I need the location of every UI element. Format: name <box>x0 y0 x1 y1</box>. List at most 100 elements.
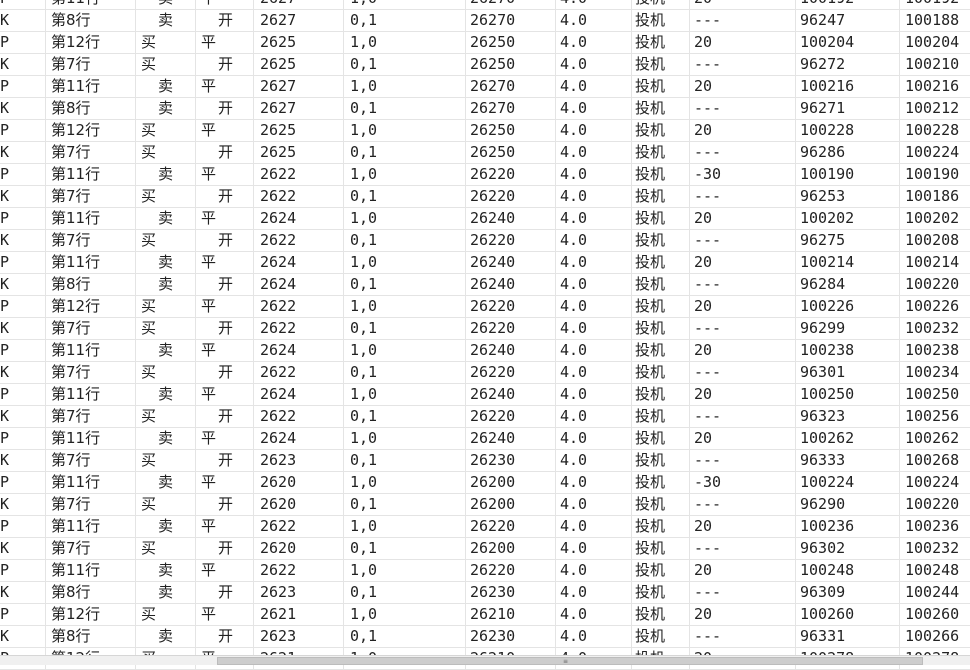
col-value-b: 100248 <box>905 561 960 579</box>
col-mode: 投机 <box>632 362 690 383</box>
col-quantity: 0,1 <box>344 54 466 75</box>
col-value-a: 96331 <box>796 626 900 647</box>
col-amount: 26250 <box>466 32 556 53</box>
scrollbar-thumb[interactable]: ≡ <box>217 657 923 665</box>
table-row[interactable]: P 第11行卖平 2620 1,0 26200 4.0 投机 -30 100224 100224 <box>0 472 970 494</box>
col-mode: 投机 <box>632 538 690 559</box>
col-open-close: 平 <box>196 296 254 317</box>
col-value-a: 96333 <box>796 450 900 471</box>
col-pnl: 20 <box>690 604 796 625</box>
table-row[interactable]: K 第7行买开 2622 0,1 26220 4.0 投机 --- 96301 100234 <box>0 362 970 384</box>
table-row[interactable]: P第11行卖平26271,0262704.0投机20100192100192 <box>0 0 970 10</box>
table-row[interactable]: P 第11行卖平 2624 1,0 26240 4.0 投机 20 100262 100262 <box>0 428 970 450</box>
col-open-close: 开 <box>196 450 254 471</box>
table-row[interactable]: P 第12行买平 2622 1,0 26220 4.0 投机 20 100226 100226 <box>0 296 970 318</box>
col-type: P <box>0 516 46 537</box>
col-quantity: 0,1 <box>344 538 466 559</box>
col-direction: 买 <box>136 538 196 559</box>
col-price: 2622 <box>254 362 344 383</box>
table-row[interactable]: P 第11行卖平 2624 1,0 26240 4.0 投机 20 100250 100250 <box>0 384 970 406</box>
col-amount: 26220 <box>466 296 556 317</box>
col-mode: 投机 <box>632 120 690 141</box>
col-value-a: 100216 <box>796 76 900 97</box>
col-pnl: 20 <box>690 32 796 53</box>
col-type: K <box>0 142 46 163</box>
col-fee: 4.0 <box>556 428 632 449</box>
col-open-close: 平 <box>196 384 254 405</box>
col-value-b: 100214 <box>905 253 960 271</box>
col-price: 2623 <box>254 450 344 471</box>
table-row[interactable]: K 第7行买开 2622 0,1 26220 4.0 投机 --- 96275 100208 <box>0 230 970 252</box>
col-quantity: 0,1 <box>344 494 466 515</box>
table-row[interactable]: K 第8行卖开 2623 0,1 26230 4.0 投机 --- 96331 100266 <box>0 626 970 648</box>
table-row[interactable]: P 第11行卖平 2624 1,0 26240 4.0 投机 20 100214 100214 <box>0 252 970 274</box>
col-amount: 26220 <box>466 560 556 581</box>
col-price: 2622 <box>254 318 344 339</box>
col-price: 2623 <box>254 582 344 603</box>
table-row[interactable]: K 第8行卖开 2627 0,1 26270 4.0 投机 --- 96247 100188 <box>0 10 970 32</box>
col-pnl: --- <box>690 10 796 31</box>
horizontal-scrollbar[interactable]: ≡ <box>0 655 970 665</box>
col-open-close: 开 <box>196 142 254 163</box>
col-mode: 投机 <box>632 76 690 97</box>
col-value-a: 96272 <box>796 54 900 75</box>
col-amount: 26240 <box>466 274 556 295</box>
col-direction: 买 <box>136 296 196 317</box>
col-fee: 4.0 <box>556 604 632 625</box>
col-type: P <box>0 120 46 141</box>
col-value-b: 100210 <box>905 55 960 73</box>
table-row[interactable]: P 第11行卖平 2627 1,0 26270 4.0 投机 20 100216 100216 <box>0 76 970 98</box>
table-row[interactable]: K 第7行买开 2625 0,1 26250 4.0 投机 --- 96286 100224 <box>0 142 970 164</box>
col-line: 第11行 <box>46 76 136 97</box>
col-value-b: 100224 <box>905 143 960 161</box>
table-row[interactable]: P 第11行卖平 2622 1,0 26220 4.0 投机 20 100236 100236 <box>0 516 970 538</box>
col-value-b: 100260 <box>905 605 960 623</box>
table-row[interactable]: K 第8行卖开 2627 0,1 26270 4.0 投机 --- 96271 100212 <box>0 98 970 120</box>
table-row[interactable]: P 第11行卖平 2624 1,0 26240 4.0 投机 20 100238 100238 <box>0 340 970 362</box>
table-row[interactable]: K 第7行买开 2620 0,1 26200 4.0 投机 --- 96302 100232 <box>0 538 970 560</box>
col-fee: 4.0 <box>556 98 632 119</box>
col-value-b: 100268 <box>905 451 960 469</box>
col-mode: 投机 <box>632 164 690 185</box>
col-amount: 26240 <box>466 252 556 273</box>
col-price: 2627 <box>254 98 344 119</box>
col-fee: 4.0 <box>556 164 632 185</box>
table-row[interactable]: P 第11行卖平 2624 1,0 26240 4.0 投机 20 100202 100202 <box>0 208 970 230</box>
table-row[interactable]: P 第12行买平 2625 1,0 26250 4.0 投机 20 100204 100204 <box>0 32 970 54</box>
col-open-close: 开 <box>196 406 254 427</box>
table-row[interactable]: P 第11行卖平 2622 1,0 26220 4.0 投机 20 100248 100248 <box>0 560 970 582</box>
col-mode: 投机 <box>632 472 690 493</box>
table-row[interactable]: K 第7行买开 2620 0,1 26200 4.0 投机 --- 96290 100220 <box>0 494 970 516</box>
col-price: 2625 <box>254 142 344 163</box>
col-price: 2624 <box>254 208 344 229</box>
table-row[interactable]: P 第11行卖平 2622 1,0 26220 4.0 投机 -30 100190 100190 <box>0 164 970 186</box>
table-row[interactable]: P 第12行买平 2621 1,0 26210 4.0 投机 20 100260 100260 <box>0 604 970 626</box>
col-value-b: 100244 <box>905 583 960 601</box>
col-direction: 卖 <box>136 626 196 647</box>
table-row[interactable]: P 第12行买平 2625 1,0 26250 4.0 投机 20 100228 100228 <box>0 120 970 142</box>
table-row[interactable]: K 第8行卖开 2624 0,1 26240 4.0 投机 --- 96284 100220 <box>0 274 970 296</box>
table-row[interactable]: K 第7行买开 2622 0,1 26220 4.0 投机 --- 96299 100232 <box>0 318 970 340</box>
col-quantity: 1,0 <box>344 164 466 185</box>
col-value-b: 100250 <box>905 385 960 403</box>
col-price: 2624 <box>254 428 344 449</box>
col-line: 第11行 <box>46 252 136 273</box>
col-mode: 投机 <box>632 32 690 53</box>
col-amount: 26230 <box>466 626 556 647</box>
col-price: 2623 <box>254 626 344 647</box>
table-row[interactable]: K 第7行买开 2625 0,1 26250 4.0 投机 --- 96272 100210 <box>0 54 970 76</box>
col-fee: 4.0 <box>556 32 632 53</box>
col-amount: 26240 <box>466 208 556 229</box>
col-amount: 26210 <box>466 604 556 625</box>
col-pnl: -30 <box>690 472 796 493</box>
col-amount: 26220 <box>466 406 556 427</box>
col-type: K <box>0 98 46 119</box>
col-fee: 4.0 <box>556 296 632 317</box>
col-price: 2627 <box>254 0 344 9</box>
table-row[interactable]: K 第7行买开 2622 0,1 26220 4.0 投机 --- 96253 100186 <box>0 186 970 208</box>
table-row[interactable]: K 第7行买开 2622 0,1 26220 4.0 投机 --- 96323 100256 <box>0 406 970 428</box>
table-row[interactable]: K 第8行卖开 2623 0,1 26230 4.0 投机 --- 96309 100244 <box>0 582 970 604</box>
col-amount: 26250 <box>466 142 556 163</box>
col-direction: 卖 <box>136 208 196 229</box>
table-row[interactable]: K 第7行买开 2623 0,1 26230 4.0 投机 --- 96333 100268 <box>0 450 970 472</box>
